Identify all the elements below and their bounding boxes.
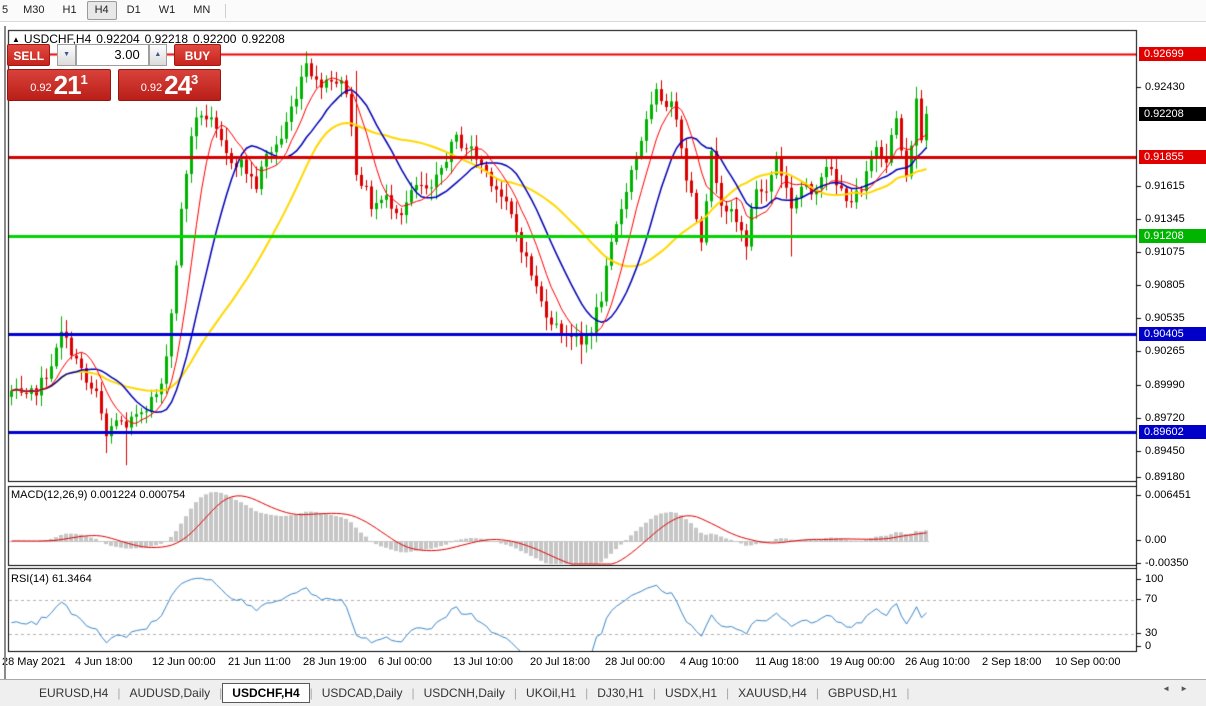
chart-tab-usdcnh[interactable]: USDCNH,Daily xyxy=(415,683,514,703)
bid-prefix: 0.92 xyxy=(30,78,51,98)
time-axis-label: 28 Jul 00:00 xyxy=(605,656,665,668)
time-axis-label: 13 Jul 10:00 xyxy=(453,656,513,668)
chart-tab-usdcad[interactable]: USDCAD,Daily xyxy=(313,683,412,703)
time-axis-label: 28 May 2021 xyxy=(2,656,66,668)
tab-scroll-arrows: ◄► xyxy=(1162,684,1198,693)
macd-axis-tick: 0.00 xyxy=(1145,534,1166,546)
price-axis-tick: 0.91615 xyxy=(1145,180,1185,192)
ask-price-display[interactable]: 0.92243 xyxy=(118,69,221,101)
price-axis-tick: 0.92430 xyxy=(1145,81,1185,93)
lot-decrease-button[interactable]: ▼ xyxy=(57,44,75,66)
time-axis-label: 28 Jun 19:00 xyxy=(303,656,367,668)
bid-big-digits: 21 xyxy=(54,72,81,98)
time-axis-label: 26 Aug 10:00 xyxy=(905,656,970,668)
macd-axis-tick: -0.00350 xyxy=(1145,557,1188,569)
lot-size-input[interactable]: 3.00 xyxy=(76,44,149,66)
macd-label: MACD(12,26,9) 0.001224 0.000754 xyxy=(11,489,185,501)
toolbar-separator xyxy=(225,4,226,18)
price-axis-tick: 0.91075 xyxy=(1145,246,1185,258)
price-axis-badge: 0.91855 xyxy=(1139,150,1206,164)
price-axis-tick: 0.90805 xyxy=(1145,279,1185,291)
timeframe-button-h1[interactable]: H1 xyxy=(55,1,85,20)
timeframe-button-mn[interactable]: MN xyxy=(185,1,218,20)
price-axis-tick: 0.91345 xyxy=(1145,213,1185,225)
spin-up-icon: ▲ xyxy=(154,51,161,58)
price-axis-tick: 0.89720 xyxy=(1145,412,1185,424)
time-axis-label: 6 Jul 00:00 xyxy=(378,656,432,668)
timeframe-button-h4[interactable]: H4 xyxy=(87,1,117,20)
timeframe-button-5[interactable]: 5 xyxy=(0,1,13,20)
price-axis-tick: 0.89450 xyxy=(1145,445,1185,457)
timeframe-button-w1[interactable]: W1 xyxy=(151,1,184,20)
timeframe-toolbar: 5M30H1H4D1W1MN xyxy=(0,0,1206,22)
timeframe-button-m30[interactable]: M30 xyxy=(15,1,52,20)
time-axis-label: 12 Jun 00:00 xyxy=(152,656,216,668)
price-axis-badge: 0.90405 xyxy=(1139,327,1206,341)
price-axis-badge: 0.92699 xyxy=(1139,47,1206,61)
chart-tab-eurusd[interactable]: EURUSD,H4 xyxy=(30,683,117,703)
price-axis-badge: 0.92208 xyxy=(1139,107,1206,121)
bid-price-display[interactable]: 0.92211 xyxy=(7,69,111,101)
price-chart-canvas[interactable] xyxy=(0,0,1206,706)
up-triangle-icon[interactable]: ▲ xyxy=(12,35,20,44)
price-axis-tick: 0.90535 xyxy=(1145,312,1185,324)
chart-tab-bar: EURUSD,H4|AUDUSD,Daily|USDCHF,H4|USDCAD,… xyxy=(0,679,1206,706)
rsi-axis-tick: 70 xyxy=(1145,593,1157,605)
bid-pipette: 1 xyxy=(81,73,88,86)
time-axis-label: 10 Sep 00:00 xyxy=(1055,656,1120,668)
rsi-axis-tick: 0 xyxy=(1145,640,1151,652)
chart-tab-usdx[interactable]: USDX,H1 xyxy=(656,683,726,703)
sell-button[interactable]: SELL xyxy=(7,44,50,66)
price-axis-tick: 0.90265 xyxy=(1145,345,1185,357)
tab-scroll-left-icon[interactable]: ◄ xyxy=(1162,684,1180,693)
chart-tab-dj30[interactable]: DJ30,H1 xyxy=(588,683,653,703)
timeframe-button-d1[interactable]: D1 xyxy=(119,1,149,20)
price-axis-badge: 0.89602 xyxy=(1139,425,1206,439)
ask-big-digits: 24 xyxy=(164,72,191,98)
buy-button[interactable]: BUY xyxy=(174,44,221,66)
ask-prefix: 0.92 xyxy=(141,78,162,98)
chart-tab-xauusd[interactable]: XAUUSD,H4 xyxy=(729,683,816,703)
price-axis-badge: 0.91208 xyxy=(1139,229,1206,243)
one-click-trading-panel: SELL ▼ 3.00 ▲ BUY 0.92211 0.92243 xyxy=(7,44,221,101)
time-axis-label: 4 Jun 18:00 xyxy=(75,656,133,668)
rsi-axis-tick: 30 xyxy=(1145,627,1157,639)
tab-separator: | xyxy=(906,686,909,700)
rsi-axis-tick: 100 xyxy=(1145,573,1163,585)
chart-tab-ukoil[interactable]: UKOil,H1 xyxy=(517,683,585,703)
spin-down-icon: ▼ xyxy=(63,51,70,58)
window-left-border xyxy=(4,26,6,702)
macd-axis-tick: 0.006451 xyxy=(1145,489,1191,501)
tab-scroll-right-icon[interactable]: ► xyxy=(1180,684,1198,693)
ohlc-close: 0.92208 xyxy=(241,32,284,46)
mt4-window: 5M30H1H4D1W1MN ▲USDCHF,H40.922040.922180… xyxy=(0,0,1206,706)
time-axis-label: 20 Jul 18:00 xyxy=(530,656,590,668)
time-axis-label: 21 Jun 11:00 xyxy=(228,656,291,668)
chart-tab-audusd[interactable]: AUDUSD,Daily xyxy=(120,683,219,703)
time-axis-label: 11 Aug 18:00 xyxy=(755,656,819,668)
time-axis-label: 4 Aug 10:00 xyxy=(680,656,739,668)
price-axis-tick: 0.89180 xyxy=(1145,471,1185,483)
rsi-label: RSI(14) 61.3464 xyxy=(11,573,92,585)
time-axis-label: 2 Sep 18:00 xyxy=(982,656,1041,668)
chart-tab-usdchf[interactable]: USDCHF,H4 xyxy=(222,683,309,703)
price-axis-tick: 0.89990 xyxy=(1145,379,1185,391)
ask-pipette: 3 xyxy=(191,73,198,86)
lot-increase-button[interactable]: ▲ xyxy=(149,44,167,66)
time-axis-label: 19 Aug 00:00 xyxy=(830,656,895,668)
chart-tab-gbpusd[interactable]: GBPUSD,H1 xyxy=(819,683,906,703)
